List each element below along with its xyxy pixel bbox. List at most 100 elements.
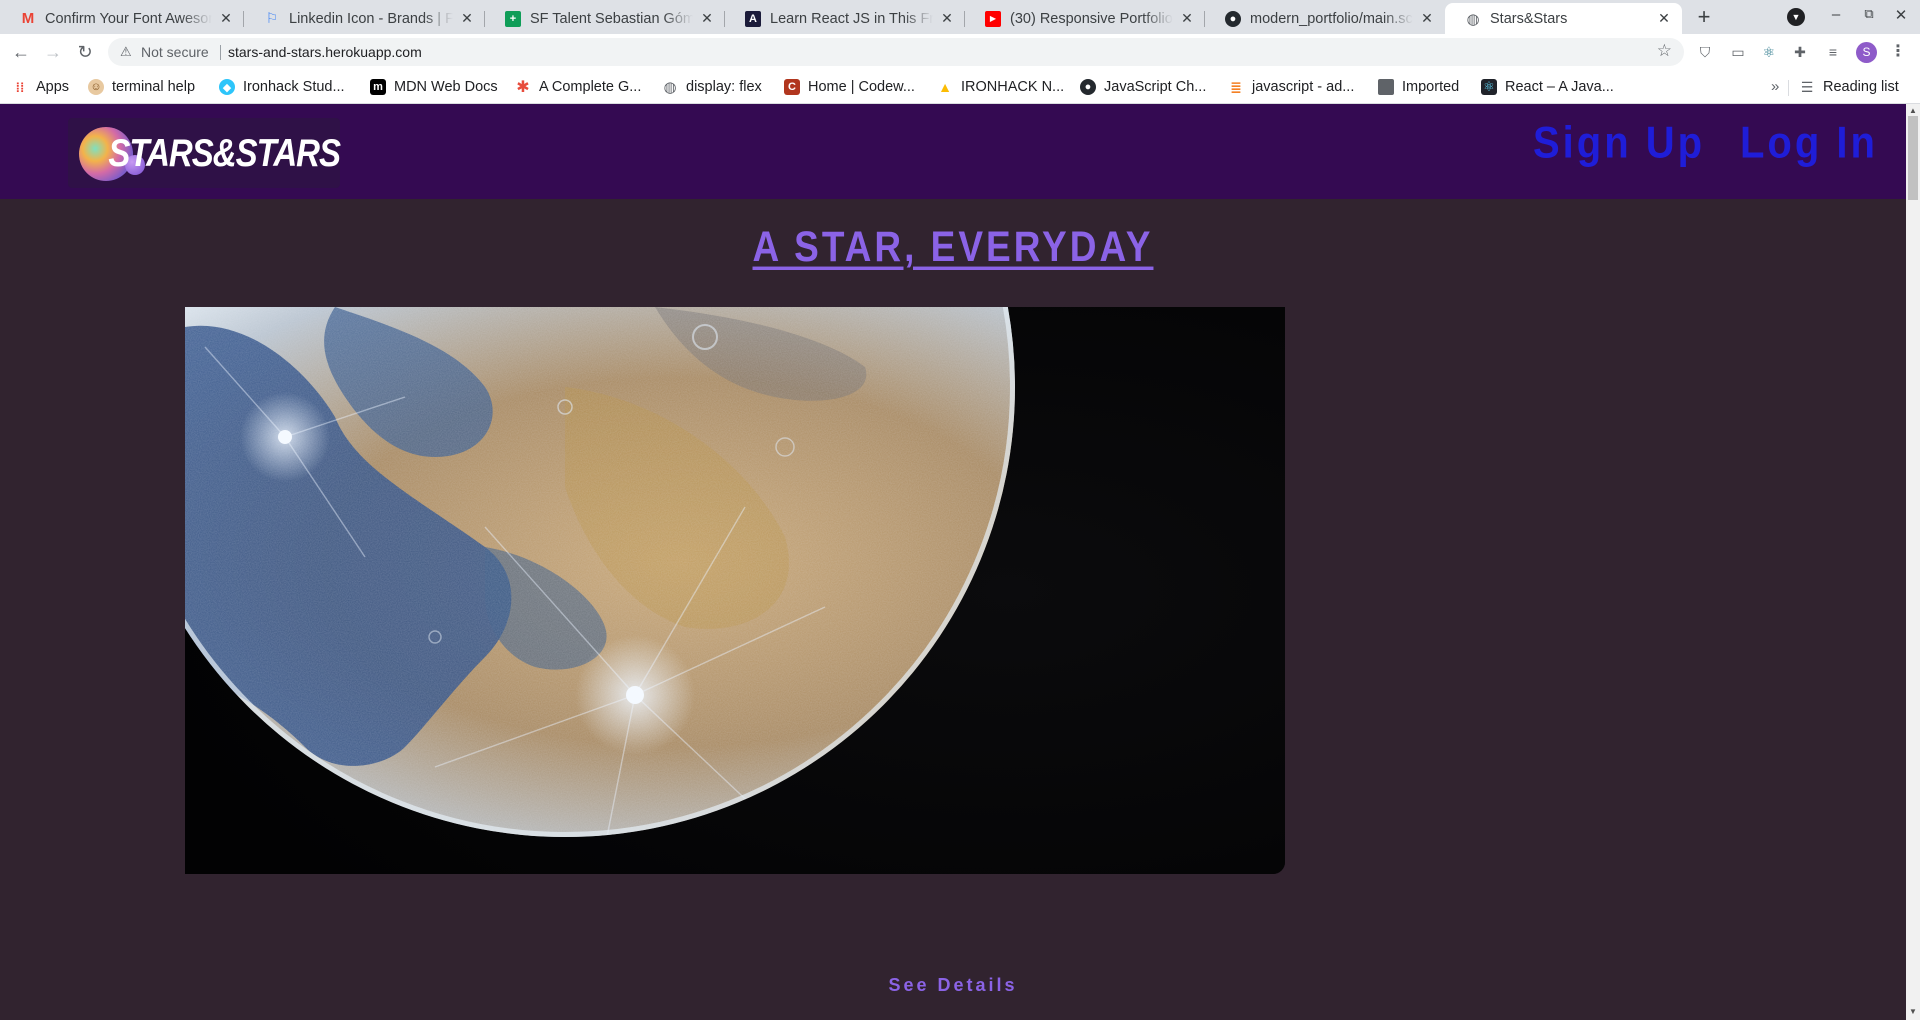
close-icon[interactable]: ✕ xyxy=(459,10,475,27)
tab-stars-active[interactable]: ◍ Stars&Stars ✕ xyxy=(1445,3,1682,34)
bookmark-label: React – A Java... xyxy=(1505,79,1614,95)
close-icon[interactable]: ✕ xyxy=(218,10,234,27)
scroll-down-arrow-icon[interactable]: ▼ xyxy=(1909,1007,1917,1016)
react-icon: ⚛ xyxy=(1481,79,1497,95)
tab-title: Linkedin Icon - Brands | Font Awesome xyxy=(289,10,453,27)
site-logo[interactable]: STARS&STARS xyxy=(68,118,341,188)
reading-list-label: Reading list xyxy=(1823,79,1899,95)
tab-search-icon[interactable]: ▼ xyxy=(1787,8,1805,26)
reading-list[interactable]: ☰ Reading list xyxy=(1799,77,1899,97)
bookmark-complete-guide[interactable]: ✱ A Complete G... xyxy=(515,77,641,97)
bookmark-label: A Complete G... xyxy=(539,79,642,95)
bookmarks-bar: ⁞⁞ Apps ☺ terminal help ◆ Ironhack Stud.… xyxy=(0,70,1920,104)
bookmark-stackoverflow[interactable]: ≣ javascript - ad... xyxy=(1228,77,1354,97)
close-icon[interactable]: ✕ xyxy=(699,10,715,27)
tab-gmail[interactable]: M Confirm Your Font Awesome ✕ xyxy=(0,3,244,34)
bookmark-apps[interactable]: ⁞⁞ Apps xyxy=(12,77,69,97)
tab-youtube[interactable]: ▶ (30) Responsive Portfolio ✕ xyxy=(965,3,1205,34)
sheets-icon: + xyxy=(505,10,521,27)
reload-icon[interactable]: ↻ xyxy=(73,40,97,64)
forward-icon[interactable]: → xyxy=(41,40,65,64)
divider xyxy=(220,45,221,60)
bookmark-label: MDN Web Docs xyxy=(394,79,498,95)
github-icon: ● xyxy=(1080,79,1096,95)
mdn-icon: m xyxy=(370,79,386,95)
bookmark-label: terminal help xyxy=(112,79,196,95)
minimize-icon[interactable]: – xyxy=(1824,6,1848,23)
shield-extension-icon[interactable]: ⛉ xyxy=(1695,42,1715,62)
asterisk-icon: ✱ xyxy=(516,79,530,96)
moon-photo xyxy=(185,307,1285,874)
bookmark-ironhack-drive[interactable]: ▲ IRONHACK N... xyxy=(937,77,1064,97)
more-bookmarks-chevron[interactable]: » xyxy=(1771,78,1779,95)
url-text[interactable]: stars-and-stars.herokuapp.com xyxy=(228,44,422,60)
bookmark-label: Home | Codew... xyxy=(808,79,915,95)
site-navbar: STARS&STARS Sign Up Log In xyxy=(0,104,1906,199)
bookmark-terminal-help[interactable]: ☺ terminal help xyxy=(88,77,195,97)
see-details-link[interactable]: See Details xyxy=(888,975,1017,995)
tab-title: (30) Responsive Portfolio xyxy=(1010,10,1173,27)
bookmark-imported[interactable]: Imported xyxy=(1378,77,1459,97)
page-content: STARS&STARS Sign Up Log In A STAR, EVERY… xyxy=(0,104,1906,1020)
github-icon: ● xyxy=(1225,10,1241,27)
tab-title: Stars&Stars xyxy=(1490,10,1568,27)
tab-title: Confirm Your Font Awesome xyxy=(45,10,212,27)
browser-toolbar: ← → ↻ ⚠ Not secure stars-and-stars.herok… xyxy=(0,34,1920,70)
bookmark-ironhack[interactable]: ◆ Ironhack Stud... xyxy=(219,77,345,97)
window-close-icon[interactable]: ✕ xyxy=(1889,6,1913,24)
address-bar[interactable]: ⚠ Not secure stars-and-stars.herokuapp.c… xyxy=(108,38,1684,66)
tab-title: modern_portfolio/main.scss xyxy=(1250,10,1413,27)
close-icon[interactable]: ✕ xyxy=(1179,10,1195,27)
scroll-up-arrow-icon[interactable]: ▲ xyxy=(1909,106,1917,115)
bookmark-codewars[interactable]: C Home | Codew... xyxy=(784,77,915,97)
stackoverflow-icon: ≣ xyxy=(1230,78,1242,95)
codewars-icon: C xyxy=(784,79,800,95)
close-icon[interactable]: ✕ xyxy=(939,10,955,27)
tab-fontawesome[interactable]: ⚐ Linkedin Icon - Brands | Font Awesome … xyxy=(244,3,485,34)
planet-logo-icon xyxy=(76,125,145,181)
gmail-icon: M xyxy=(21,10,35,27)
scrimba-icon: A xyxy=(745,10,761,27)
tab-github[interactable]: ● modern_portfolio/main.scss ✕ xyxy=(1205,3,1445,34)
globe-icon: ◍ xyxy=(1466,10,1480,28)
new-tab-button[interactable]: + xyxy=(1691,4,1717,30)
bookmark-javascript-challenges[interactable]: ● JavaScript Ch... xyxy=(1080,77,1206,97)
close-icon[interactable]: ✕ xyxy=(1419,10,1435,27)
react-devtools-icon[interactable]: ⚛ xyxy=(1759,42,1779,62)
bookmark-mdn[interactable]: m MDN Web Docs xyxy=(370,77,498,97)
page-scrollbar[interactable]: ▲ ▼ xyxy=(1906,104,1920,1020)
moon-image xyxy=(185,307,1285,874)
cast-extension-icon[interactable]: ▭ xyxy=(1728,42,1748,62)
bookmark-label: javascript - ad... xyxy=(1252,79,1355,95)
login-link[interactable]: Log In xyxy=(1740,118,1878,168)
page-headline[interactable]: A STAR, EVERYDAY xyxy=(753,223,1154,271)
ironhack-icon: ◆ xyxy=(219,79,235,95)
youtube-icon: ▶ xyxy=(985,10,1001,27)
drive-icon: ▲ xyxy=(938,79,952,95)
profile-avatar[interactable]: S xyxy=(1856,42,1877,63)
tab-title: Learn React JS in This Free xyxy=(770,10,933,27)
bookmark-star-icon[interactable]: ☆ xyxy=(1657,41,1672,61)
menu-kebab-icon[interactable]: ⋮ xyxy=(1890,41,1906,61)
bookmark-label: Ironhack Stud... xyxy=(243,79,345,95)
extensions-puzzle-icon[interactable]: ✚ xyxy=(1790,42,1810,62)
back-icon[interactable]: ← xyxy=(9,40,33,64)
bookmark-label: JavaScript Ch... xyxy=(1104,79,1207,95)
reading-list-icon: ☰ xyxy=(1800,78,1814,95)
apps-grid-icon: ⁞⁞ xyxy=(15,79,25,95)
bookmark-label: IRONHACK N... xyxy=(961,79,1065,95)
scrollbar-thumb[interactable] xyxy=(1908,116,1918,200)
bookmark-label: display: flex xyxy=(686,79,762,95)
tab-scrimba[interactable]: A Learn React JS in This Free ✕ xyxy=(725,3,965,34)
folder-icon xyxy=(1378,79,1394,95)
details-container: See Details xyxy=(0,975,1906,996)
tab-sheets[interactable]: + SF Talent Sebastian Gómez ✕ xyxy=(485,3,725,34)
signup-link[interactable]: Sign Up xyxy=(1533,118,1705,168)
flag-icon: ⚐ xyxy=(265,10,279,26)
media-queue-icon[interactable]: ≡ xyxy=(1823,42,1843,62)
globe-icon: ◍ xyxy=(663,79,677,96)
bookmark-react[interactable]: ⚛ React – A Java... xyxy=(1481,77,1614,97)
bookmark-display-flex[interactable]: ◍ display: flex xyxy=(662,77,762,97)
close-icon[interactable]: ✕ xyxy=(1656,10,1672,27)
restore-icon[interactable]: ⧉ xyxy=(1857,6,1881,22)
